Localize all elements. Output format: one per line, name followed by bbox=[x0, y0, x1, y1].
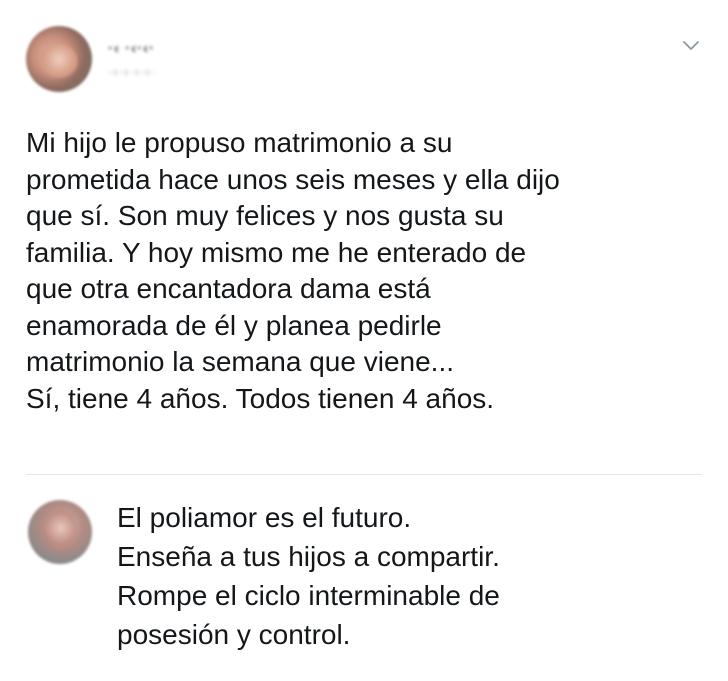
reply-line: Enseña a tus hijos a compartir. bbox=[117, 541, 500, 572]
tweet-line: enamorada de él y planea pedirle bbox=[26, 309, 442, 341]
reply-avatar[interactable] bbox=[28, 500, 92, 564]
tweet-text: Mi hijo le propuso matrimonio a su prome… bbox=[26, 125, 706, 417]
divider bbox=[26, 474, 702, 475]
reply-line: Rompe el ciclo interminable de bbox=[117, 580, 500, 611]
avatar-face bbox=[40, 44, 78, 78]
reply-line: El poliamor es el futuro. bbox=[117, 502, 412, 533]
tweet-line: matrimonio la semana que viene... bbox=[26, 346, 454, 377]
tweet-line: Sí, tiene 4 años. Todos tienen 4 años. bbox=[26, 382, 495, 414]
reply-text: El poliamor es el futuro. Enseña a tus h… bbox=[117, 498, 717, 654]
reply-line: posesión y control. bbox=[117, 619, 351, 650]
author-handle[interactable]: ·‹·‹·‹·‹· bbox=[108, 64, 156, 79]
tweet-line: Mi hijo le propuso matrimonio a su bbox=[26, 127, 453, 158]
avatar-face bbox=[46, 510, 76, 550]
author-name[interactable]: ·‹ ·‹·‹· bbox=[108, 40, 155, 57]
author-avatar[interactable] bbox=[26, 26, 92, 92]
chevron-down-icon[interactable] bbox=[681, 36, 701, 56]
tweet-line: que sí. Son muy felices y nos gusta su bbox=[26, 200, 504, 231]
tweet-line: prometida hace unos seis meses y ella di… bbox=[26, 163, 560, 195]
tweet-line: familia. Y hoy mismo me he enterado de bbox=[26, 236, 527, 268]
tweet-line: que otra encantadora dama está bbox=[26, 273, 431, 304]
